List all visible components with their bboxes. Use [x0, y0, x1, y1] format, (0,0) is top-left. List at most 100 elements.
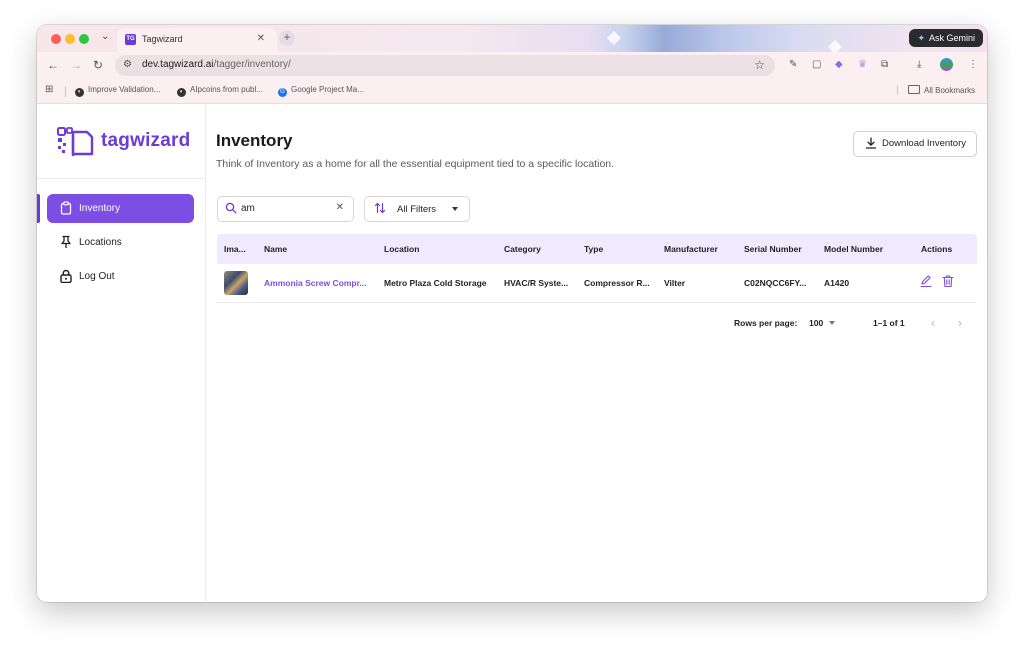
- tab-title: Tagwizard: [142, 34, 183, 44]
- leaf-extension-icon[interactable]: ◆: [835, 59, 843, 70]
- gemini-spark-icon: ✦: [917, 33, 925, 43]
- column-header-category[interactable]: Category: [504, 244, 541, 254]
- download-icon: [865, 137, 877, 149]
- clipboard-icon: [60, 201, 72, 215]
- rows-per-page-value: 100: [809, 318, 824, 328]
- search-icon: [225, 202, 237, 214]
- site-settings-icon[interactable]: ⚙: [123, 59, 132, 70]
- table-row[interactable]: Ammonia Screw Compr... Metro Plaza Cold …: [217, 264, 977, 303]
- bookmarks-bar: ⊞ ◐ Improve Validation... ◐ AIpcoins from …: [37, 80, 987, 104]
- bookmark-star-icon[interactable]: ☆: [754, 58, 765, 72]
- column-header-name[interactable]: Name: [264, 244, 287, 254]
- maximize-window-button[interactable]: [79, 34, 89, 44]
- back-arrow-icon[interactable]: ←: [47, 58, 59, 72]
- new-tab-button[interactable]: +: [279, 30, 295, 46]
- tab-search-chevron-icon[interactable]: ⌄: [101, 31, 109, 42]
- previous-page-icon[interactable]: ‹: [931, 316, 935, 330]
- decorative-diamond: [606, 30, 622, 46]
- cell-serial-number: C02NQCC6FY...: [744, 278, 807, 288]
- column-header-manufacturer[interactable]: Manufacturer: [664, 244, 718, 254]
- download-inventory-label: Download Inventory: [882, 138, 966, 149]
- column-header-serial-number[interactable]: Serial Number: [744, 244, 802, 254]
- sidebar: tagwizard Inventory Locations Log Out: [37, 104, 206, 602]
- url-bar[interactable]: ⚙ dev.tagwizard.ai/tagger/inventory/ ☆: [115, 55, 775, 76]
- browser-window: ⌄ TG Tagwizard ✕ + ✦ Ask Gemini ← → ↻ ⚙ d…: [37, 25, 987, 602]
- column-header-location[interactable]: Location: [384, 244, 419, 254]
- equipment-thumbnail[interactable]: [224, 271, 248, 295]
- ask-gemini-button[interactable]: ✦ Ask Gemini: [909, 29, 983, 47]
- sidebar-item-label: Log Out: [79, 271, 115, 282]
- square-extension-icon[interactable]: ▢: [812, 59, 821, 70]
- cell-category: HVAC/R Syste...: [504, 278, 569, 288]
- all-filters-dropdown[interactable]: All Filters: [364, 196, 470, 222]
- rows-per-page-label: Rows per page:: [734, 318, 798, 328]
- all-bookmarks-label: All Bookmarks: [924, 86, 976, 95]
- reload-icon[interactable]: ↻: [93, 58, 103, 72]
- minimize-window-button[interactable]: [65, 34, 75, 44]
- profile-avatar[interactable]: [940, 58, 953, 71]
- sidebar-item-label: Locations: [79, 237, 122, 248]
- edit-pencil-icon[interactable]: [919, 274, 933, 288]
- download-inventory-button[interactable]: Download Inventory: [853, 131, 977, 157]
- sidebar-divider: [37, 178, 205, 179]
- bookmark-item[interactable]: ◐ AIpcoins from publ...: [177, 85, 263, 97]
- cell-name[interactable]: Ammonia Screw Compr...: [264, 278, 376, 288]
- bookmark-label: AIpcoins from publ...: [190, 85, 263, 94]
- puzzle-extensions-icon[interactable]: ⧉: [881, 59, 888, 70]
- column-header-model-number[interactable]: Model Number: [824, 244, 883, 254]
- close-window-button[interactable]: [51, 34, 61, 44]
- sort-filter-icon: [374, 202, 386, 214]
- search-input[interactable]: [241, 200, 331, 217]
- column-header-type[interactable]: Type: [584, 244, 603, 254]
- pagination-range: 1–1 of 1: [873, 318, 905, 328]
- delete-trash-icon[interactable]: [941, 274, 955, 288]
- lock-icon: [60, 269, 72, 283]
- clear-search-icon[interactable]: ✕: [336, 202, 344, 213]
- app-root: tagwizard Inventory Locations Log Out In…: [37, 104, 987, 602]
- active-nav-marker: [37, 194, 40, 223]
- browser-tab[interactable]: TG Tagwizard ✕: [117, 28, 277, 52]
- brand-logo[interactable]: tagwizard: [57, 126, 197, 158]
- rows-per-page-select[interactable]: 100: [809, 318, 836, 328]
- search-field[interactable]: ✕: [217, 196, 354, 222]
- sidebar-item-locations[interactable]: Locations: [47, 228, 194, 257]
- next-page-icon[interactable]: ›: [958, 316, 962, 330]
- globe-icon: ◐: [177, 88, 186, 97]
- column-header-image[interactable]: Ima...: [224, 244, 246, 254]
- tagwizard-logo-icon: [57, 127, 94, 156]
- page-title: Inventory: [216, 131, 293, 150]
- crown-extension-icon[interactable]: ♛: [858, 59, 867, 70]
- table-header: Ima... Name Location Category Type Manuf…: [217, 234, 977, 264]
- cell-type: Compressor R...: [584, 278, 650, 288]
- inventory-table: Ima... Name Location Category Type Manuf…: [217, 234, 977, 303]
- chevron-down-icon: [829, 321, 836, 325]
- tab-close-icon[interactable]: ✕: [257, 33, 265, 44]
- bookmark-item[interactable]: G Google Project Ma...: [278, 85, 364, 97]
- forward-arrow-icon[interactable]: →: [70, 58, 82, 72]
- address-toolbar: ← → ↻ ⚙ dev.tagwizard.ai/tagger/inventor…: [37, 52, 987, 80]
- cell-model-number: A1420: [824, 278, 850, 288]
- bookmark-item[interactable]: ◐ Improve Validation...: [75, 85, 160, 97]
- apps-grid-icon[interactable]: ⊞: [45, 84, 53, 95]
- sidebar-item-label: Inventory: [79, 203, 121, 214]
- folder-icon: [908, 85, 920, 94]
- download-icon[interactable]: ⤓: [917, 59, 921, 70]
- menu-kebab-icon[interactable]: ⋮: [968, 59, 978, 70]
- cell-manufacturer: Vilter: [664, 278, 686, 288]
- sidebar-item-logout[interactable]: Log Out: [47, 262, 194, 291]
- table-pagination: Rows per page: 100 1–1 of 1 ‹ ›: [217, 314, 977, 334]
- url-host: dev.tagwizard.ai: [142, 59, 214, 70]
- sidebar-item-inventory[interactable]: Inventory: [47, 194, 194, 223]
- pen-extension-icon[interactable]: ✎: [789, 59, 797, 70]
- globe-icon: ◐: [75, 88, 84, 97]
- all-bookmarks-button[interactable]: All Bookmarks: [897, 85, 975, 95]
- ask-gemini-label: Ask Gemini: [928, 33, 975, 43]
- chevron-down-icon: [452, 207, 458, 211]
- cell-location: Metro Plaza Cold Storage: [384, 278, 487, 288]
- bookmark-label: Google Project Ma...: [291, 85, 364, 94]
- column-header-actions: Actions: [921, 244, 953, 254]
- tab-strip: ⌄ TG Tagwizard ✕ + ✦ Ask Gemini: [37, 25, 987, 55]
- google-icon: G: [278, 88, 287, 97]
- url-path: /tagger/inventory/: [213, 59, 291, 70]
- all-filters-label: All Filters: [397, 204, 437, 215]
